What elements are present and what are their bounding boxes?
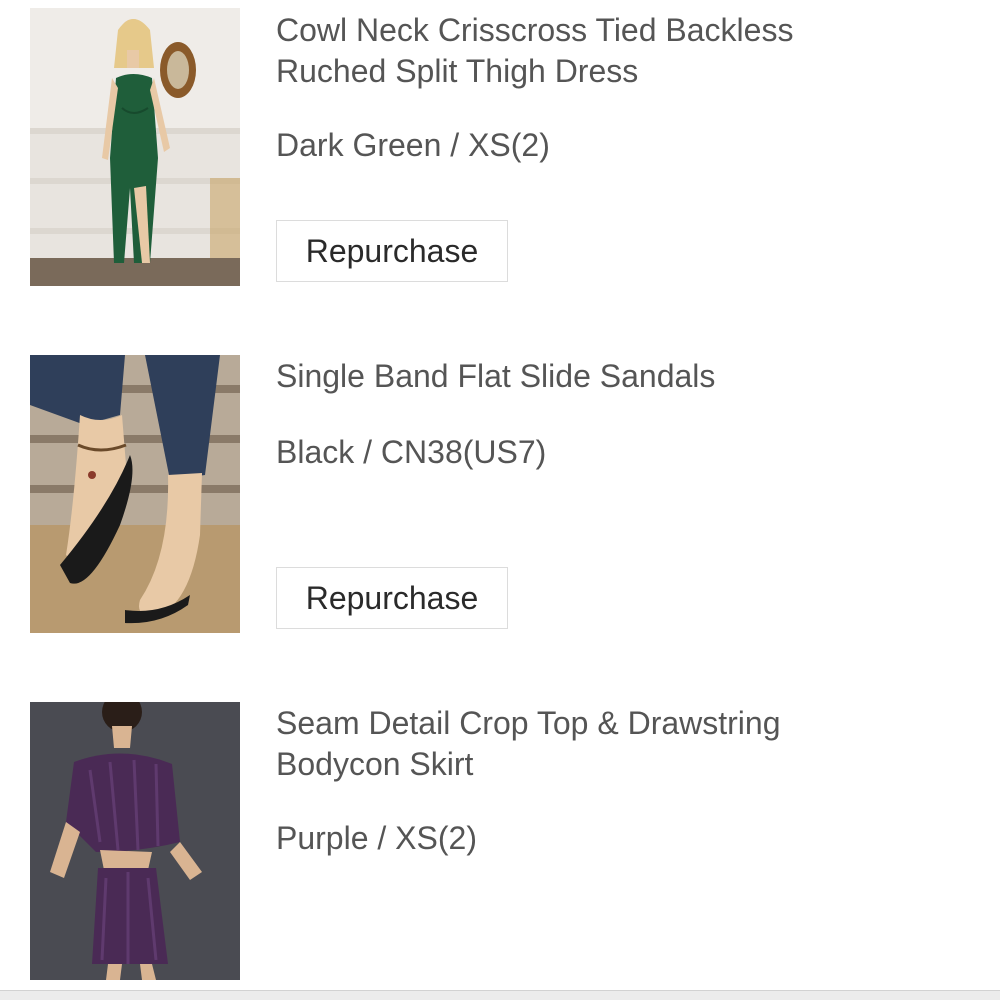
repurchase-button[interactable]: Repurchase <box>276 567 508 629</box>
order-history-page: Cowl Neck Crisscross Tied Backless Ruche… <box>0 0 1000 1000</box>
product-image-sandals[interactable] <box>30 355 240 633</box>
product-title[interactable]: Cowl Neck Crisscross Tied Backless Ruche… <box>276 10 916 92</box>
product-variant: Purple / XS(2) <box>276 820 477 856</box>
dress-photo-icon <box>30 8 240 286</box>
product-title[interactable]: Seam Detail Crop Top & Drawstring Bodyco… <box>276 703 916 785</box>
product-title-line2: Bodycon Skirt <box>276 746 474 782</box>
product-title-line1: Seam Detail Crop Top & Drawstring <box>276 705 781 741</box>
product-title-line2: Ruched Split Thigh Dress <box>276 53 639 89</box>
repurchase-button[interactable]: Repurchase <box>276 220 508 282</box>
sandals-photo-icon <box>30 355 240 633</box>
product-image-outfit[interactable] <box>30 702 240 980</box>
product-title-line1: Cowl Neck Crisscross Tied Backless <box>276 12 794 48</box>
bottom-divider <box>0 990 1000 1000</box>
product-title[interactable]: Single Band Flat Slide Sandals <box>276 356 916 397</box>
outfit-photo-icon <box>30 702 240 980</box>
product-image-dress[interactable] <box>30 8 240 286</box>
product-variant: Dark Green / XS(2) <box>276 127 550 163</box>
product-title-line1: Single Band Flat Slide Sandals <box>276 358 716 394</box>
product-variant: Black / CN38(US7) <box>276 434 547 470</box>
